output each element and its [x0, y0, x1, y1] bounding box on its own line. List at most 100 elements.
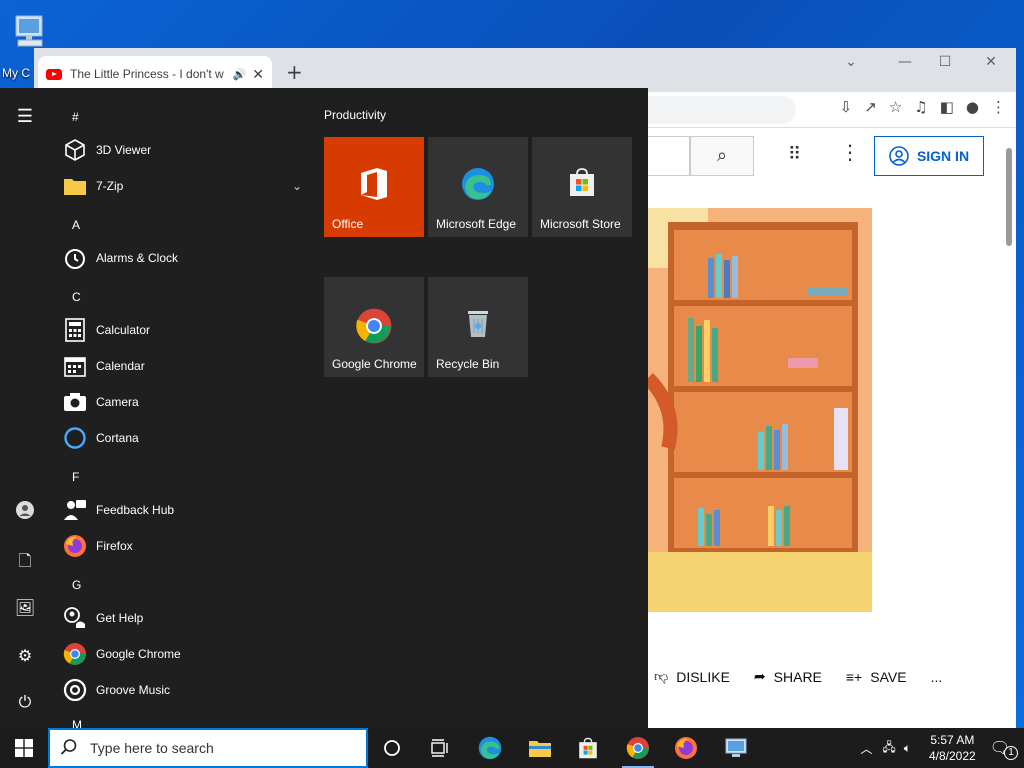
app-alarms-clock[interactable]: Alarms & Clock: [62, 240, 302, 276]
tile-label: Recycle Bin: [436, 357, 500, 371]
recycle-bin-icon: [464, 307, 492, 342]
pictures-icon[interactable]: 🖼: [0, 598, 50, 618]
scrollbar-thumb[interactable]: [1006, 148, 1012, 246]
tile-microsoft-store[interactable]: Microsoft Store: [532, 137, 632, 237]
app-calculator[interactable]: Calculator: [62, 312, 302, 348]
dislike-button[interactable]: 👎︎ DISLIKE: [654, 668, 730, 685]
clock[interactable]: 5:57 AM 4/8/2022: [929, 732, 976, 764]
clock-time: 5:57 AM: [930, 733, 975, 747]
notification-center-icon[interactable]: 🗨 1: [990, 738, 1018, 760]
sign-in-label: SIGN IN: [916, 148, 970, 164]
chrome-icon: [626, 737, 649, 759]
clock-date: 4/8/2022: [928, 749, 976, 763]
task-view-button[interactable]: [416, 728, 464, 768]
app-label: 7-Zip: [96, 179, 124, 193]
hamburger-icon[interactable]: ☰: [0, 106, 50, 127]
section-letter[interactable]: C: [72, 290, 81, 304]
side-panel-icon[interactable]: ◧: [940, 98, 954, 116]
taskbar-file-explorer[interactable]: [516, 728, 564, 768]
app-3d-viewer[interactable]: 3D Viewer: [62, 132, 302, 168]
network-icon[interactable]: 🖧: [882, 738, 895, 759]
store-bag-icon: [567, 167, 597, 200]
office-icon: [359, 167, 389, 204]
video-actions: 👎︎ DISLIKE ➦ SHARE ≡+ SAVE ...: [654, 668, 942, 685]
section-letter[interactable]: G: [72, 578, 81, 592]
app-calendar[interactable]: Calendar: [62, 348, 302, 384]
calendar-icon: [62, 353, 88, 379]
taskbar-search-box[interactable]: Type here to search: [48, 728, 368, 768]
desktop-icon-my-computer[interactable]: My C: [0, 8, 60, 80]
sign-in-button[interactable]: SIGN IN: [874, 136, 984, 176]
taskbar-chrome[interactable]: [614, 728, 662, 768]
close-window-button[interactable]: ✕: [968, 54, 1014, 70]
cortana-ring-icon: [62, 425, 88, 451]
app-get-help[interactable]: Get Help: [62, 600, 302, 636]
save-label: SAVE: [870, 668, 907, 685]
show-hidden-icons-chevron-icon[interactable]: ︿: [860, 740, 872, 757]
taskbar-edge[interactable]: [466, 728, 514, 768]
tab-strip: The Little Princess - I don't w 🔊 ✕ + ⌄ …: [34, 48, 1016, 92]
tile-label: Office: [332, 217, 364, 231]
cube-icon: [62, 137, 88, 163]
app-google-chrome[interactable]: Google Chrome: [62, 636, 302, 672]
share-icon[interactable]: ↗: [864, 98, 877, 116]
section-letter[interactable]: A: [72, 218, 80, 232]
tile-office[interactable]: Office: [324, 137, 424, 237]
folder-icon: [62, 173, 88, 199]
install-icon[interactable]: ⇩: [840, 98, 853, 116]
app-groove-music[interactable]: Groove Music: [62, 672, 302, 708]
app-label: Get Help: [96, 611, 144, 625]
new-tab-button[interactable]: +: [286, 60, 303, 84]
save-button[interactable]: ≡+ SAVE: [846, 668, 907, 685]
store-bag-icon: [579, 737, 597, 759]
app-firefox[interactable]: Firefox: [62, 528, 302, 564]
monitor-icon: [725, 738, 747, 757]
cortana-button[interactable]: [368, 728, 416, 768]
chevron-down-icon[interactable]: ⌄: [292, 179, 302, 193]
app-label: Google Chrome: [96, 647, 181, 661]
edge-icon: [478, 736, 502, 760]
start-button[interactable]: [0, 728, 48, 768]
app-camera[interactable]: Camera: [62, 384, 302, 420]
windows-logo-icon: [15, 739, 33, 757]
app-label: Cortana: [96, 431, 139, 445]
chevron-down-icon[interactable]: ⌄: [828, 54, 874, 70]
section-letter[interactable]: M: [72, 718, 82, 728]
maximize-button[interactable]: ☐: [922, 54, 968, 70]
speaker-icon[interactable]: 🔊: [233, 68, 247, 81]
search-icon[interactable]: ⌕: [690, 136, 754, 176]
settings-gear-icon[interactable]: ⚙: [0, 646, 50, 666]
menu-dots-icon[interactable]: ⋮: [991, 98, 1006, 116]
app-feedback-hub[interactable]: Feedback Hub: [62, 492, 302, 528]
share-arrow-icon: ➦: [753, 668, 766, 684]
tile-recycle-bin[interactable]: Recycle Bin: [428, 277, 528, 377]
tile-microsoft-edge[interactable]: Microsoft Edge: [428, 137, 528, 237]
profile-icon[interactable]: ●: [966, 98, 979, 116]
video-player[interactable]: [648, 208, 872, 612]
more-actions-button[interactable]: ...: [931, 668, 943, 685]
chrome-icon: [62, 641, 88, 667]
app-label: Calendar: [96, 359, 145, 373]
cortana-circle-icon: [384, 740, 400, 756]
share-button[interactable]: ➦ SHARE: [754, 668, 822, 685]
browser-tab[interactable]: The Little Princess - I don't w 🔊 ✕: [38, 56, 272, 92]
bookmark-star-icon[interactable]: ☆: [889, 98, 902, 116]
volume-icon[interactable]: 🔈︎: [904, 741, 911, 756]
tile-google-chrome[interactable]: Google Chrome: [324, 277, 424, 377]
apps-grid-icon[interactable]: ⠿: [788, 144, 801, 165]
taskbar-firefox[interactable]: [662, 728, 710, 768]
app-7zip[interactable]: 7-Zip ⌄: [62, 168, 302, 204]
more-vert-icon[interactable]: ⋮: [840, 140, 860, 164]
taskbar-store[interactable]: [564, 728, 612, 768]
documents-icon[interactable]: 🗋: [0, 550, 50, 577]
section-letter[interactable]: #: [72, 110, 79, 124]
user-account-icon[interactable]: [0, 500, 50, 525]
app-cortana[interactable]: Cortana: [62, 420, 302, 456]
power-icon[interactable]: ⏻: [0, 694, 50, 712]
section-letter[interactable]: F: [72, 470, 79, 484]
close-tab-icon[interactable]: ✕: [252, 66, 264, 83]
media-icon[interactable]: ♫: [914, 98, 927, 116]
calculator-icon: [62, 317, 88, 343]
taskbar-remote-desktop[interactable]: [712, 728, 760, 768]
app-list: # 3D Viewer 7-Zip ⌄ A Alarms & Clock C C…: [50, 88, 310, 728]
